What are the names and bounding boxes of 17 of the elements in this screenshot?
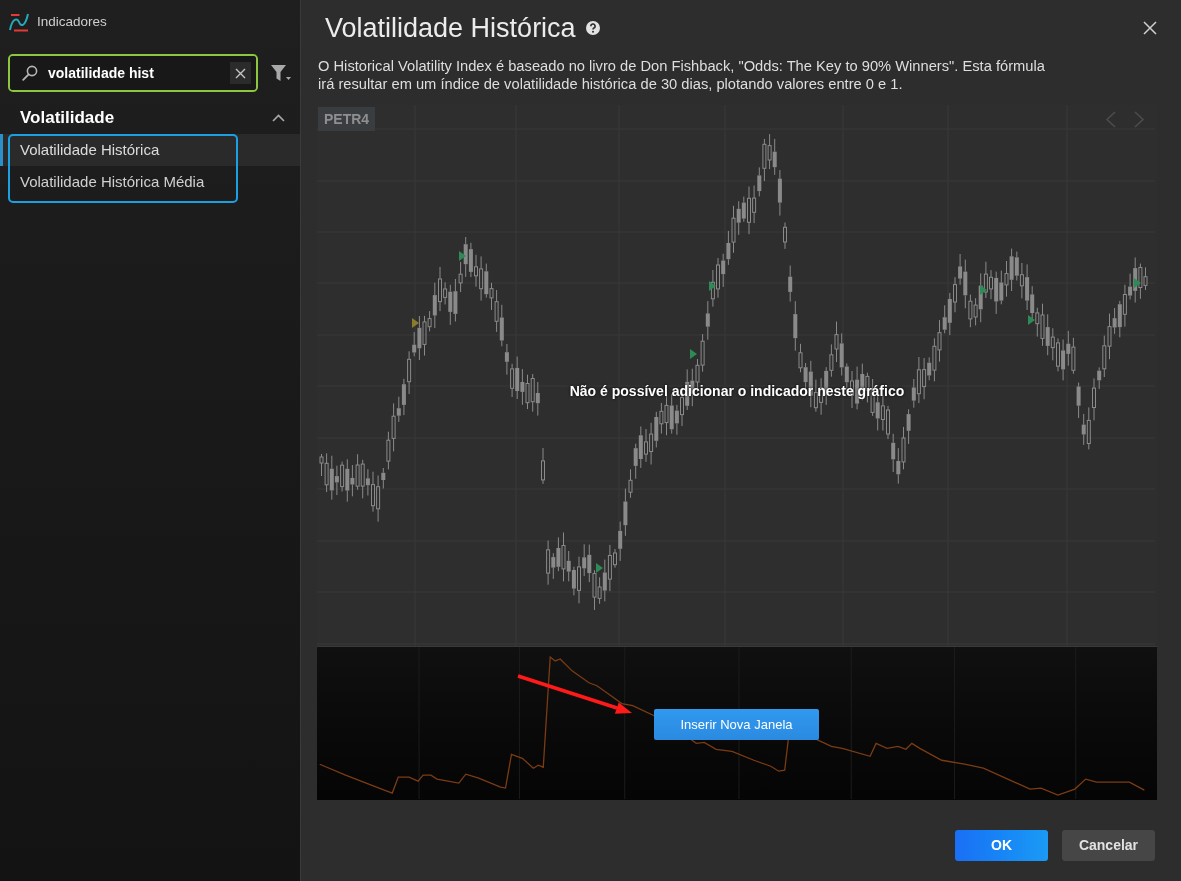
wave-logo-icon — [9, 12, 29, 32]
confirm-button[interactable]: OK — [955, 830, 1048, 861]
filter-icon[interactable] — [270, 64, 292, 82]
close-icon — [235, 67, 246, 79]
panel-title: Indicadores — [37, 12, 107, 31]
clear-button[interactable] — [230, 62, 251, 84]
search-field[interactable]: volatilidade hist — [10, 56, 256, 90]
indicator-item[interactable]: Volatilidade Histórica — [0, 134, 300, 166]
dialog-title: Volatilidade Histórica — [325, 12, 576, 44]
description-text: O Historical Volatility Index é baseado no livro de Don Fishback, "Odds: The Key to 90% Winners". Esta fórmula irá resultar em um índice de volatilidade histórica de 30 dias, plotando valores entre 0 e 1. — [318, 57, 1046, 93]
category-title: Volatilidade — [20, 107, 115, 130]
help-icon[interactable] — [585, 21, 600, 35]
indicator-item[interactable]: Volatilidade Histórica Média — [0, 166, 300, 198]
chevron-up-icon[interactable] — [272, 114, 285, 122]
cancel-button[interactable]: Cancelar — [1062, 830, 1155, 861]
search-icon — [22, 65, 38, 81]
close-icon[interactable] — [1143, 21, 1157, 35]
